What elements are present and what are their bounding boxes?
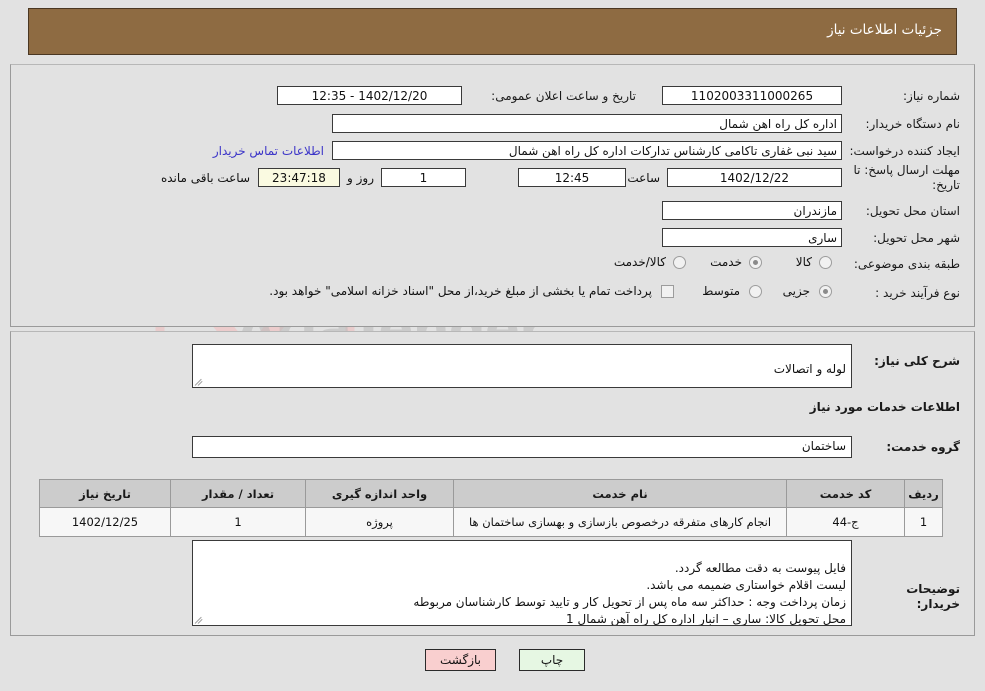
col-service-name: نام خدمت	[453, 479, 787, 508]
deadline-date-value: 1402/12/22	[667, 168, 842, 187]
back-button[interactable]: بازگشت	[425, 649, 496, 671]
category-label: طبقه بندی موضوعی:	[853, 257, 960, 271]
day-and-label: روز و	[347, 171, 374, 185]
cell-need-date: 1402/12/25	[39, 507, 171, 537]
buyer-notes-textarea[interactable]: فایل پیوست به دقت مطالعه گردد. لیست اقلا…	[192, 540, 852, 626]
days-remaining-value: 1	[381, 168, 466, 187]
need-number-label: شماره نیاز:	[903, 89, 960, 103]
cell-service-name: انجام کارهای متفرقه درخصوص بازسازی و بهس…	[453, 507, 787, 537]
requester-label: ایجاد کننده درخواست:	[849, 144, 960, 158]
remaining-label: ساعت باقی مانده	[160, 171, 250, 185]
cell-unit: پروژه	[305, 507, 454, 537]
requester-value: سید نبی غفاری تاکامی کارشناس تدارکات ادا…	[332, 141, 842, 160]
services-table: ردیف کد خدمت نام خدمت واحد اندازه گیری ت…	[39, 479, 943, 537]
islamic-treasury-text: پرداخت تمام یا بخشی از مبلغ خرید،از محل …	[269, 284, 652, 298]
print-button[interactable]: چاپ	[519, 649, 585, 671]
radio-label-category-kala[interactable]: کالا	[796, 255, 812, 269]
radio-label-purchase-motevaset[interactable]: متوسط	[702, 284, 740, 298]
buyer-notes-label: توضیحات خریدار:	[906, 582, 960, 611]
need-details-panel: شرح کلی نیاز: لوله و اتصالات اطلاعات خدم…	[10, 331, 975, 636]
radio-category-kala[interactable]	[819, 256, 832, 269]
buyer-org-value: اداره کل راه اهن شمال	[332, 114, 842, 133]
service-group-value: ساختمان	[192, 436, 852, 458]
city-label: شهر محل تحویل:	[873, 231, 960, 245]
province-value: مازندران	[662, 201, 842, 220]
page-root: AriaTender جزئیات اطلاعات نیاز شماره نیا…	[0, 0, 985, 691]
announce-datetime-value: 1402/12/20 - 12:35	[277, 86, 462, 105]
col-need-date: تاریخ نیاز	[39, 479, 171, 508]
radio-label-category-kala-khedmat[interactable]: کالا/خدمت	[614, 255, 666, 269]
radio-category-kala-khedmat[interactable]	[673, 256, 686, 269]
deadline-label: مهلت ارسال پاسخ: تا تاریخ:	[853, 163, 960, 192]
hour-label: ساعت	[627, 171, 660, 185]
province-label: استان محل تحویل:	[865, 204, 960, 218]
page-header-bar: جزئیات اطلاعات نیاز	[28, 8, 957, 55]
buyer-org-label: نام دستگاه خریدار:	[865, 117, 961, 131]
city-value: ساری	[662, 228, 842, 247]
radio-label-category-khedmat[interactable]: خدمت	[710, 255, 742, 269]
cell-radif: 1	[904, 507, 943, 537]
radio-category-khedmat[interactable]	[749, 256, 762, 269]
checkbox-islamic-treasury[interactable]	[661, 285, 674, 298]
resize-grip-icon[interactable]	[194, 377, 204, 386]
radio-purchase-jozi[interactable]	[819, 285, 832, 298]
service-group-label: گروه خدمت:	[886, 440, 960, 454]
deadline-time-value: 12:45	[518, 168, 626, 187]
general-desc-value: لوله و اتصالات	[773, 362, 846, 376]
page-title: جزئیات اطلاعات نیاز	[827, 22, 942, 38]
announce-datetime-label: تاریخ و ساعت اعلان عمومی:	[491, 89, 636, 103]
col-unit: واحد اندازه گیری	[305, 479, 454, 508]
need-summary-panel: شماره نیاز: 1102003311000265 تاریخ و ساع…	[10, 64, 975, 327]
general-desc-label: شرح کلی نیاز:	[874, 354, 960, 368]
need-number-value: 1102003311000265	[662, 86, 842, 105]
countdown-value: 23:47:18	[258, 168, 340, 187]
buyer-notes-value: فایل پیوست به دقت مطالعه گردد. لیست اقلا…	[413, 561, 846, 626]
general-desc-textarea[interactable]: لوله و اتصالات	[192, 344, 852, 388]
radio-label-purchase-jozi[interactable]: جزیی	[783, 284, 810, 298]
buyer-contact-link[interactable]: اطلاعات تماس خریدار	[213, 144, 324, 158]
purchase-type-label: نوع فرآیند خرید :	[875, 286, 960, 300]
table-row: 1 ج-44 انجام کارهای متفرقه درخصوص بازساز…	[39, 507, 943, 537]
col-quantity: تعداد / مقدار	[170, 479, 306, 508]
cell-service-code: ج-44	[786, 507, 905, 537]
cell-quantity: 1	[170, 507, 306, 537]
resize-grip-icon[interactable]	[194, 615, 204, 624]
table-header-row: ردیف کد خدمت نام خدمت واحد اندازه گیری ت…	[39, 479, 943, 508]
col-radif: ردیف	[904, 479, 943, 508]
col-service-code: کد خدمت	[786, 479, 905, 508]
services-heading: اطلاعات خدمات مورد نیاز	[809, 400, 960, 414]
radio-purchase-motevaset[interactable]	[749, 285, 762, 298]
